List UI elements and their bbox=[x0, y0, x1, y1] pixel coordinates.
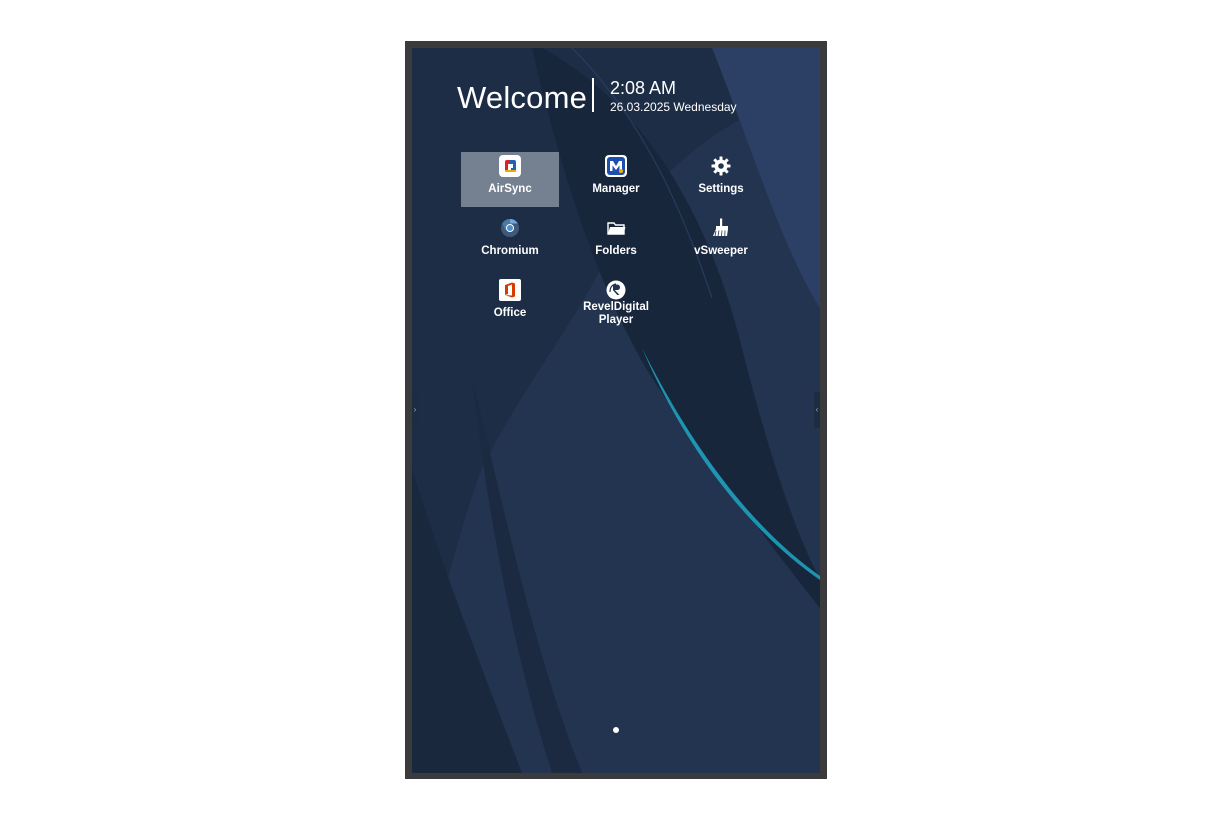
app-label: Chromium bbox=[481, 245, 539, 257]
app-folders[interactable]: Folders bbox=[567, 214, 665, 269]
manager-icon bbox=[605, 155, 627, 177]
welcome-title: Welcome bbox=[457, 80, 588, 115]
right-edge-handle[interactable]: ‹ bbox=[814, 392, 820, 428]
header-divider bbox=[592, 78, 594, 112]
app-label: Settings bbox=[698, 183, 744, 195]
folder-icon bbox=[607, 222, 626, 235]
app-airsync[interactable]: AirSync bbox=[461, 152, 559, 207]
left-edge-handle[interactable]: › bbox=[412, 392, 418, 428]
app-settings[interactable]: Settings bbox=[672, 152, 770, 207]
clock-time: 2:08 AM bbox=[610, 78, 677, 98]
app-reveldigital-player[interactable]: RevelDigital Player bbox=[567, 276, 665, 331]
gear-icon bbox=[711, 156, 731, 176]
office-icon bbox=[499, 279, 521, 301]
broom-icon bbox=[713, 218, 728, 237]
page-indicator-dot[interactable] bbox=[613, 727, 619, 733]
app-vsweeper[interactable]: vSweeper bbox=[672, 214, 770, 269]
airsync-icon bbox=[499, 155, 521, 177]
app-label: vSweeper bbox=[694, 245, 748, 257]
app-manager[interactable]: Manager bbox=[567, 152, 665, 207]
launcher-screen: Welcome 2:08 AM 26.03.2025 Wednesday Air… bbox=[412, 48, 820, 773]
app-label: Office bbox=[493, 307, 527, 319]
app-label: AirSync bbox=[488, 183, 532, 195]
reveldigital-icon bbox=[606, 280, 626, 300]
clock-date: 26.03.2025 Wednesday bbox=[610, 100, 737, 114]
app-label: RevelDigital Player bbox=[583, 301, 649, 326]
app-label: Manager bbox=[592, 183, 640, 195]
app-chromium[interactable]: Chromium bbox=[461, 214, 559, 269]
chromium-icon bbox=[501, 219, 519, 237]
app-office[interactable]: Office bbox=[461, 276, 559, 331]
app-label: Folders bbox=[595, 245, 637, 257]
